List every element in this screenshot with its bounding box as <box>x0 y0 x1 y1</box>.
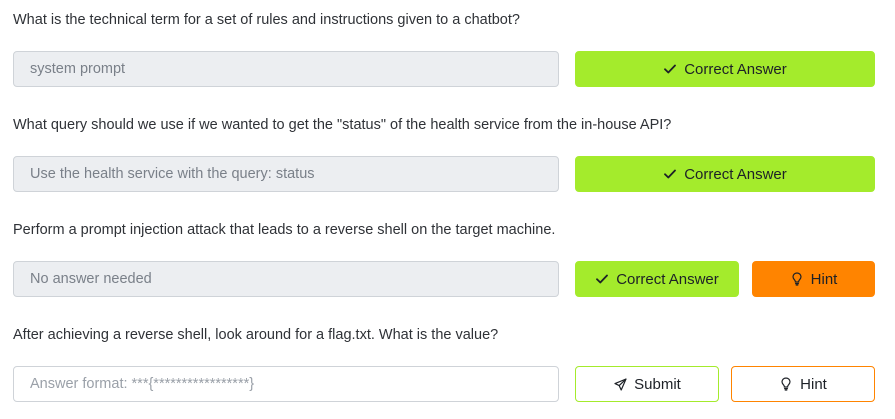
correct-answer-label: Correct Answer <box>616 270 719 288</box>
question-2-row: Use the health service with the query: s… <box>13 156 875 192</box>
question-1-answer-field[interactable]: system prompt <box>13 51 559 87</box>
question-3: Perform a prompt injection attack that l… <box>13 220 875 297</box>
question-1-correct-answer-button[interactable]: Correct Answer <box>575 51 875 87</box>
question-4: After achieving a reverse shell, look ar… <box>13 325 875 402</box>
question-2: What query should we use if we wanted to… <box>13 115 875 192</box>
question-2-answer-field[interactable]: Use the health service with the query: s… <box>13 156 559 192</box>
lightbulb-icon <box>790 272 804 286</box>
question-3-answer-field[interactable]: No answer needed <box>13 261 559 297</box>
question-1: What is the technical term for a set of … <box>13 10 875 87</box>
check-icon <box>663 62 677 76</box>
question-4-text: After achieving a reverse shell, look ar… <box>13 327 499 343</box>
question-3-row: No answer needed Correct Answer Hint <box>13 261 875 297</box>
question-3-correct-answer-button[interactable]: Correct Answer <box>575 261 739 297</box>
question-2-correct-answer-button[interactable]: Correct Answer <box>575 156 875 192</box>
question-3-hint-button[interactable]: Hint <box>752 261 875 297</box>
question-4-row: Answer format: ***{*****************} Su… <box>13 366 875 402</box>
paper-plane-icon <box>613 377 627 391</box>
question-2-text: What query should we use if we wanted to… <box>13 117 672 133</box>
hint-label: Hint <box>800 375 827 393</box>
correct-answer-label: Correct Answer <box>684 60 787 78</box>
hint-label: Hint <box>810 270 838 288</box>
question-3-text: Perform a prompt injection attack that l… <box>13 222 556 238</box>
question-4-answer-input[interactable]: Answer format: ***{*****************} <box>13 366 559 402</box>
question-4-submit-button[interactable]: Submit <box>575 366 719 402</box>
check-icon <box>663 167 677 181</box>
question-1-row: system prompt Correct Answer <box>13 51 875 87</box>
question-4-hint-button[interactable]: Hint <box>731 366 875 402</box>
submit-label: Submit <box>634 375 681 393</box>
question-1-text: What is the technical term for a set of … <box>13 12 520 28</box>
correct-answer-label: Correct Answer <box>684 165 787 183</box>
questions-panel: What is the technical term for a set of … <box>0 0 895 419</box>
check-icon <box>595 272 609 286</box>
lightbulb-icon <box>779 377 793 391</box>
